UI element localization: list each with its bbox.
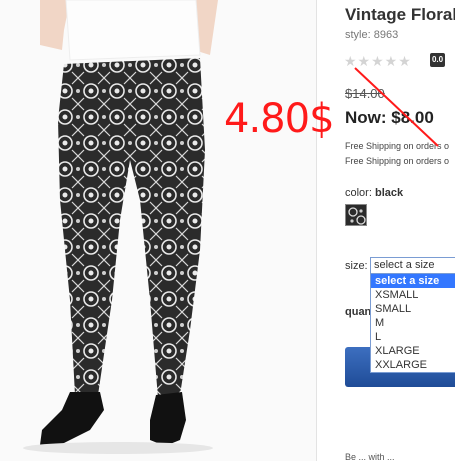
- color-value: black: [374, 187, 404, 199]
- size-option[interactable]: XLARGE: [371, 344, 455, 358]
- original-price: $14.00: [345, 86, 385, 101]
- sale-price: Now: $8.00: [345, 108, 434, 127]
- shipping-info-2: Free Shipping on orders o: [345, 156, 450, 166]
- product-image[interactable]: [0, 0, 316, 461]
- leggings-illustration: [23, 0, 218, 454]
- size-option[interactable]: XSMALL: [371, 288, 455, 302]
- color-swatch-icon[interactable]: [345, 204, 367, 226]
- star-rating[interactable]: ★★★★★: [344, 53, 412, 70]
- style-number: style: 8963: [345, 29, 399, 41]
- quantity-label: quan: [345, 306, 372, 318]
- color-label: color: black: [345, 187, 403, 199]
- size-select[interactable]: select a size: [370, 257, 455, 274]
- size-label: size:: [345, 260, 368, 272]
- size-option[interactable]: XXLARGE: [371, 358, 455, 372]
- size-dropdown-list[interactable]: select a size XSMALL SMALL M L XLARGE XX…: [370, 273, 455, 373]
- size-option[interactable]: L: [371, 330, 455, 344]
- size-option[interactable]: M: [371, 316, 455, 330]
- shipping-info-1: Free Shipping on orders o: [345, 141, 450, 151]
- size-option[interactable]: SMALL: [371, 302, 455, 316]
- rating-badge: 0.0: [430, 53, 445, 67]
- product-title: Vintage Floral: [345, 5, 455, 24]
- color-label-text: color:: [345, 187, 372, 199]
- handwritten-price-annotation: 4.80$: [224, 96, 335, 142]
- size-option[interactable]: select a size: [371, 274, 455, 288]
- column-divider: [316, 0, 317, 461]
